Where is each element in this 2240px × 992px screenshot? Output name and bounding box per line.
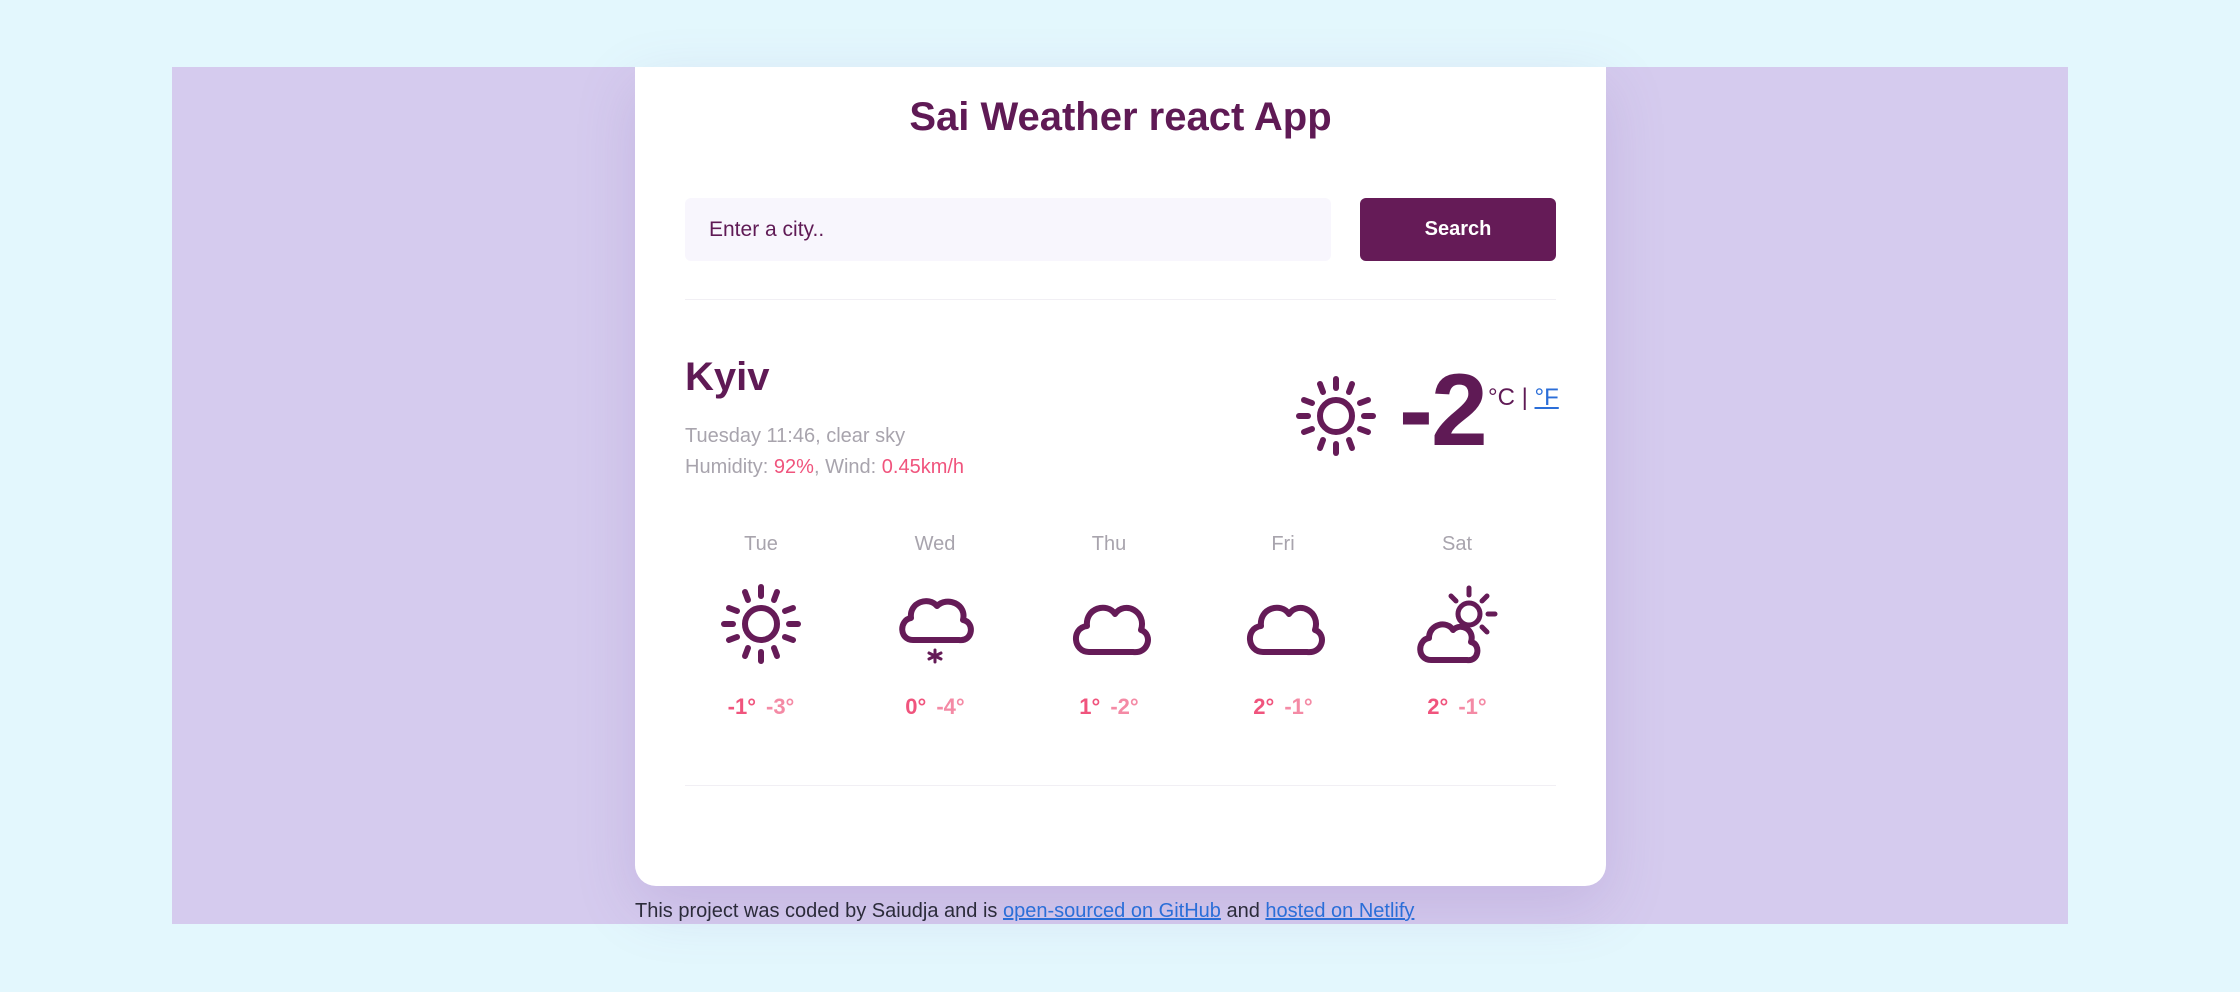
forecast-min: -3° — [766, 694, 795, 719]
forecast-day: Tue -1° -3° — [691, 533, 831, 720]
forecast-min: -1° — [1284, 694, 1313, 719]
forecast-max: 1° — [1079, 694, 1101, 719]
cloud-icon — [1073, 604, 1151, 656]
forecast-day: Sat 2° -1° — [1387, 533, 1527, 720]
forecast-max: 2° — [1253, 694, 1275, 719]
wind-label: Wind: — [825, 456, 877, 478]
forecast-max: 2° — [1427, 694, 1449, 719]
sun-icon — [1296, 376, 1376, 456]
forecast-day-name: Sat — [1441, 533, 1473, 555]
app-title: Sai Weather react App — [909, 95, 1332, 139]
forecast-day: Wed 0° -4° — [865, 533, 1005, 720]
footer: This project was coded by Saiudja and is… — [635, 900, 1414, 923]
forecast-min: -4° — [936, 694, 965, 719]
forecast-day-name: Fri — [1271, 533, 1295, 555]
city-name: Kyiv — [685, 355, 770, 399]
forecast-temps: 1° -2° — [1039, 694, 1179, 720]
humidity-wind: Humidity: 92%, Wind: 0.45km/h — [685, 456, 965, 478]
github-link[interactable]: open-sourced on GitHub — [1003, 900, 1221, 922]
forecast-temps: 0° -4° — [865, 694, 1005, 720]
footer-text-before: This project was coded by Saiudja and is — [635, 900, 998, 922]
forecast-min: -1° — [1458, 694, 1487, 719]
forecast-temps: 2° -1° — [1387, 694, 1527, 720]
partly-cloudy-icon — [1417, 585, 1498, 664]
cloud-icon — [1247, 604, 1325, 656]
current-temperature: -2 — [1399, 353, 1488, 467]
sun-icon — [721, 584, 801, 664]
forecast-day: Fri 2° -1° — [1213, 533, 1353, 720]
forecast-temps: -1° -3° — [691, 694, 831, 720]
forecast-day: Thu 1° -2° — [1039, 533, 1179, 720]
search-button[interactable]: Search — [1360, 198, 1556, 261]
unit-fahrenheit-link[interactable]: °F — [1535, 384, 1559, 411]
forecast-day-name: Tue — [744, 533, 778, 555]
forecast-min: -2° — [1110, 694, 1139, 719]
forecast-max: 0° — [905, 694, 927, 719]
humidity-value: 92% — [773, 456, 814, 478]
unit-celsius: °C — [1488, 384, 1515, 411]
snow-cloud-icon — [899, 598, 974, 664]
divider-bottom — [685, 785, 1556, 786]
humidity-label: Humidity: — [685, 456, 769, 478]
weather-description: clear sky — [826, 425, 906, 447]
date-description: Tuesday 11:46, clear sky — [685, 425, 906, 447]
footer-text-middle: and — [1226, 900, 1260, 922]
forecast-temps: 2° -1° — [1213, 694, 1353, 720]
forecast-day-name: Wed — [914, 533, 956, 555]
netlify-link[interactable]: hosted on Netlify — [1265, 900, 1414, 922]
weather-card: Sai Weather react App Search Kyiv Tuesda… — [635, 67, 1606, 886]
unit-separator: | — [1521, 384, 1528, 411]
city-search-input[interactable] — [685, 198, 1331, 261]
current-details: Tuesday 11:46, clear sky Humidity: 92%, … — [685, 421, 964, 483]
divider-top — [685, 299, 1556, 300]
forecast-max: -1° — [727, 694, 756, 719]
current-datetime: Tuesday 11:46 — [685, 425, 816, 447]
unit-toggle: °C | °F — [1488, 384, 1559, 412]
wind-value: 0.45km/h — [881, 456, 965, 478]
forecast-day-name: Thu — [1091, 533, 1127, 555]
